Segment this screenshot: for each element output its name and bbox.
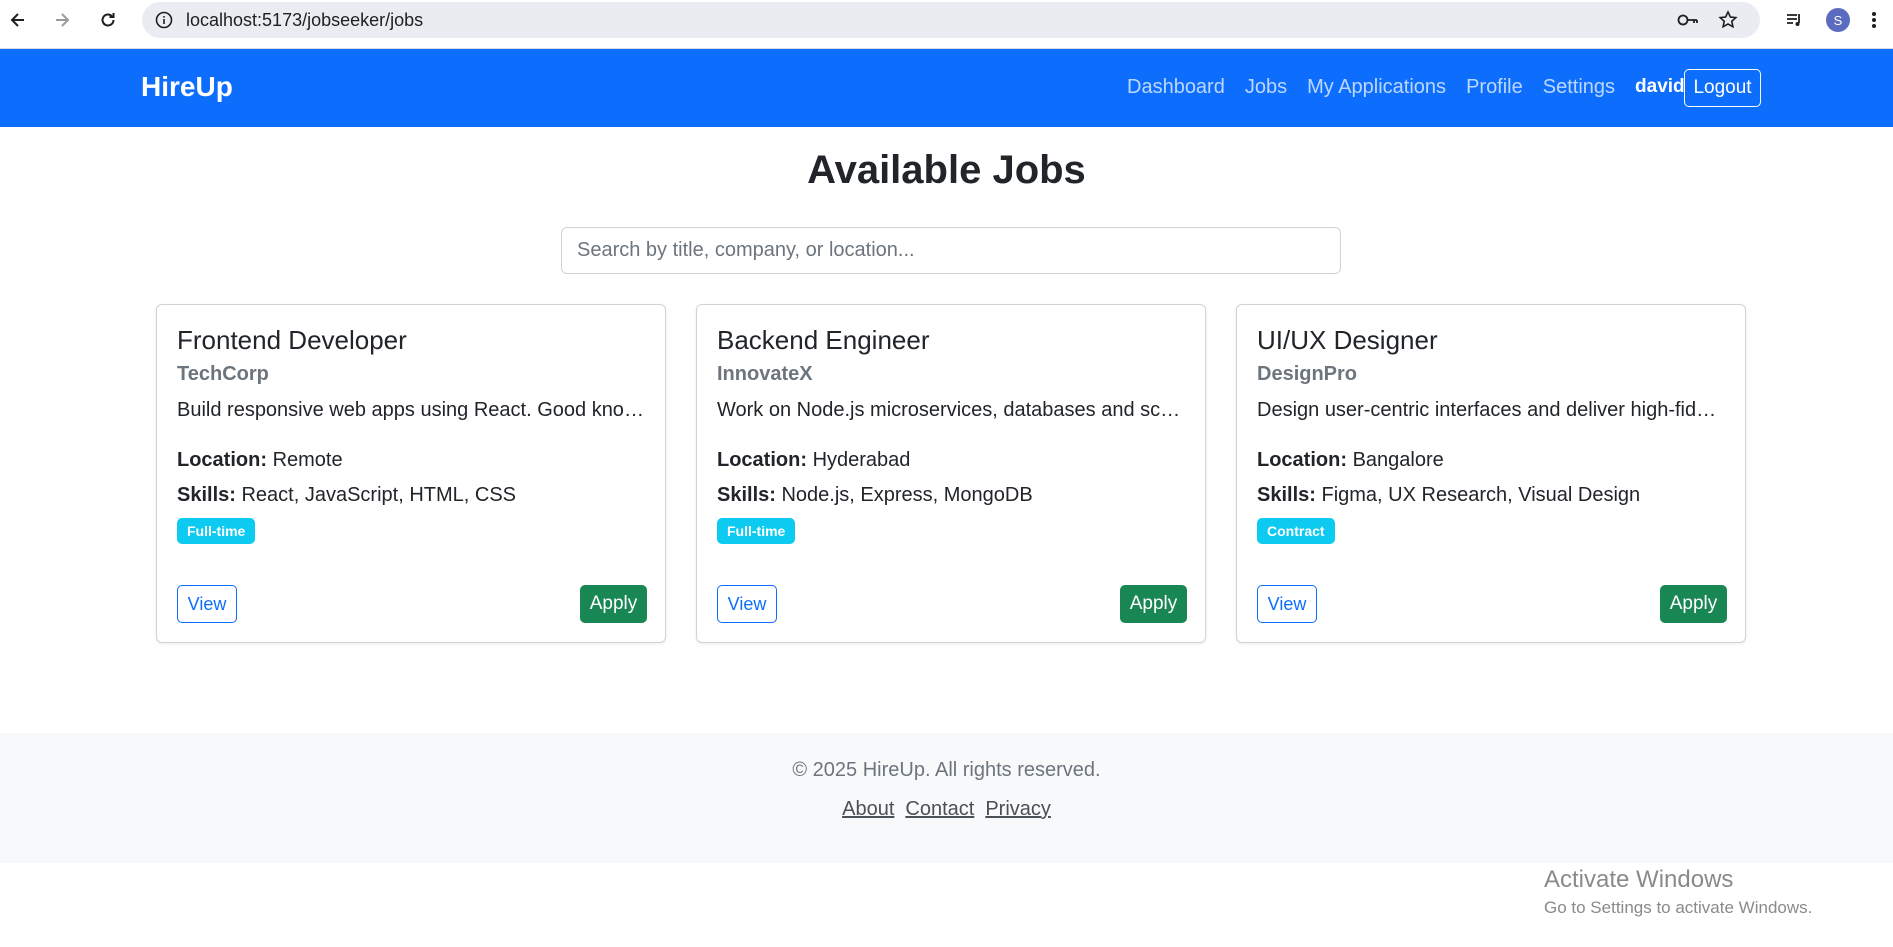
navbar: HireUp Dashboard Jobs My Applications Pr…: [0, 49, 1893, 127]
location-label: Location:: [177, 449, 267, 471]
job-type-badge: Full-time: [717, 518, 796, 544]
skills-value: Node.js, Express, MongoDB: [781, 484, 1033, 506]
logout-button[interactable]: Logout: [1684, 69, 1761, 107]
job-company: DesignPro: [1257, 363, 1358, 385]
nav-link-jobs[interactable]: Jobs: [1245, 76, 1287, 99]
forward-icon[interactable]: [48, 6, 76, 34]
job-location: Location: Remote: [177, 449, 343, 472]
location-label: Location:: [1257, 449, 1347, 471]
job-description: Design user-centric interfaces and deliv…: [1257, 399, 1727, 421]
apply-button[interactable]: Apply: [1120, 585, 1187, 623]
apply-button[interactable]: Apply: [580, 585, 647, 623]
nav-links: Dashboard Jobs My Applications Profile S…: [1127, 76, 1685, 99]
view-button[interactable]: View: [177, 585, 237, 623]
view-button[interactable]: View: [717, 585, 777, 623]
address-bar[interactable]: localhost:5173/jobseeker/jobs: [142, 2, 1760, 38]
job-skills: Skills: React, JavaScript, HTML, CSS: [177, 484, 516, 507]
job-skills: Skills: Figma, UX Research, Visual Desig…: [1257, 484, 1640, 507]
bookmark-star-icon[interactable]: [1718, 10, 1738, 35]
view-button[interactable]: View: [1257, 585, 1317, 623]
location-label: Location:: [717, 449, 807, 471]
footer-link-about[interactable]: About: [842, 798, 894, 821]
skills-value: React, JavaScript, HTML, CSS: [241, 484, 517, 506]
profile-avatar[interactable]: S: [1824, 6, 1852, 34]
reload-icon[interactable]: [94, 6, 122, 34]
job-company: InnovateX: [717, 363, 813, 385]
location-value: Bangalore: [1352, 449, 1444, 471]
job-title: UI/UX Designer: [1257, 325, 1438, 355]
footer-link-privacy[interactable]: Privacy: [985, 798, 1051, 821]
nav-link-dashboard[interactable]: Dashboard: [1127, 76, 1225, 99]
site-info-icon[interactable]: [154, 10, 174, 35]
nav-username: david: [1635, 76, 1685, 97]
windows-activation-title: Activate Windows: [1544, 866, 1734, 893]
job-location: Location: Hyderabad: [717, 449, 910, 472]
job-title: Backend Engineer: [717, 325, 930, 355]
job-card: Backend Engineer InnovateX Work on Node.…: [696, 304, 1206, 643]
brand-logo[interactable]: HireUp: [141, 71, 233, 103]
avatar: S: [1826, 8, 1850, 32]
job-skills: Skills: Node.js, Express, MongoDB: [717, 484, 1033, 507]
media-controls-icon[interactable]: [1780, 6, 1808, 34]
skills-label: Skills:: [1257, 484, 1316, 506]
footer-link-contact[interactable]: Contact: [905, 798, 974, 821]
browser-toolbar: localhost:5173/jobseeker/jobs S: [0, 0, 1893, 49]
job-type-badge: Full-time: [177, 518, 256, 544]
back-icon[interactable]: [4, 6, 32, 34]
location-value: Remote: [272, 449, 343, 471]
nav-link-profile[interactable]: Profile: [1466, 76, 1523, 99]
job-description: Work on Node.js microservices, databases…: [717, 399, 1187, 421]
footer: © 2025 HireUp. All rights reserved. Abou…: [0, 733, 1893, 863]
nav-link-my-applications[interactable]: My Applications: [1307, 76, 1446, 99]
location-value: Hyderabad: [812, 449, 911, 471]
skills-label: Skills:: [177, 484, 236, 506]
job-description: Build responsive web apps using React. G…: [177, 399, 647, 421]
nav-link-settings[interactable]: Settings: [1543, 76, 1615, 99]
skills-label: Skills:: [717, 484, 776, 506]
skills-value: Figma, UX Research, Visual Design: [1321, 484, 1641, 506]
windows-activation-subtitle: Go to Settings to activate Windows.: [1544, 898, 1813, 917]
job-card: Frontend Developer TechCorp Build respon…: [156, 304, 666, 643]
job-card: UI/UX Designer DesignPro Design user-cen…: [1236, 304, 1746, 643]
job-type-badge: Contract: [1257, 518, 1335, 544]
job-title: Frontend Developer: [177, 325, 407, 355]
password-key-icon[interactable]: [1676, 10, 1700, 35]
menu-dots-icon[interactable]: [1860, 6, 1888, 34]
apply-button[interactable]: Apply: [1660, 585, 1727, 623]
footer-copyright: © 2025 HireUp. All rights reserved.: [792, 759, 1101, 781]
job-location: Location: Bangalore: [1257, 449, 1444, 472]
url-text[interactable]: localhost:5173/jobseeker/jobs: [186, 10, 423, 31]
page-title: Available Jobs: [807, 148, 1086, 192]
search-input[interactable]: [561, 227, 1341, 274]
job-company: TechCorp: [177, 363, 269, 385]
footer-links: About Contact Privacy: [0, 798, 1893, 821]
